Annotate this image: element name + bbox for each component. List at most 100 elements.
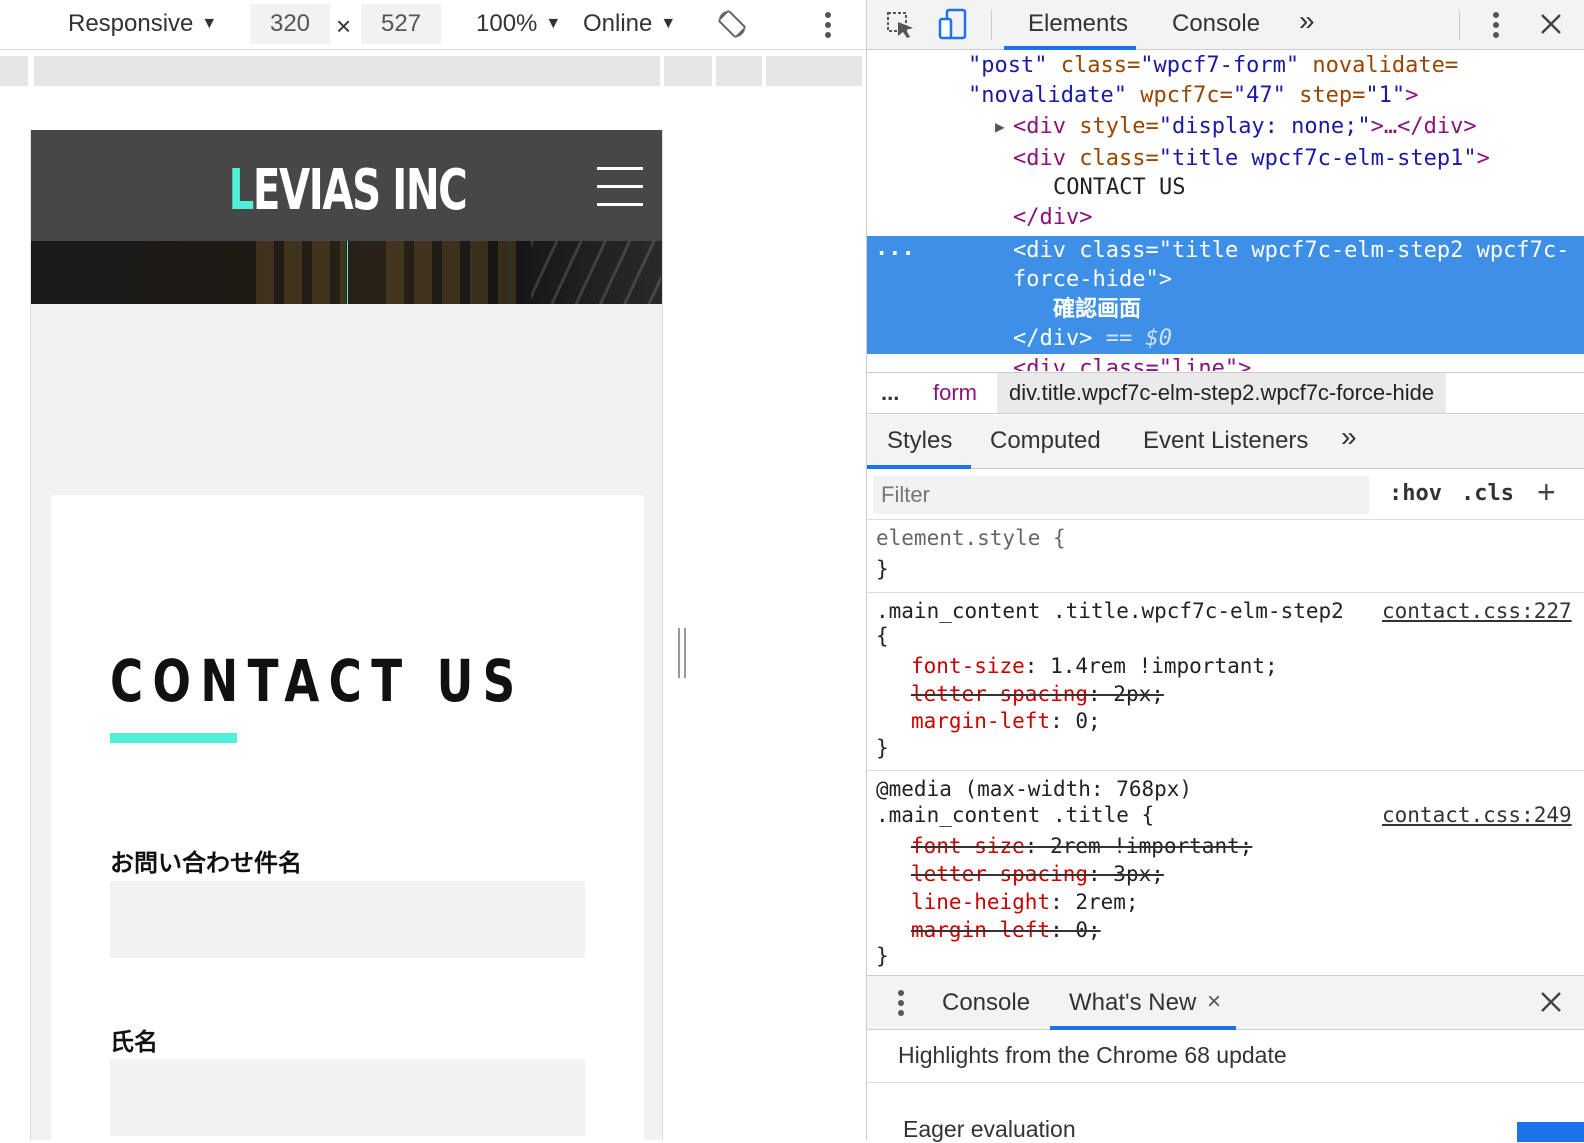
breadcrumb-ellipsis[interactable]: ... [881, 373, 899, 413]
device-select-label: Responsive [68, 10, 194, 37]
hamburger-menu-icon[interactable] [597, 167, 643, 207]
active-tab-indicator [1004, 46, 1136, 50]
device-toolbar-icon[interactable] [937, 7, 971, 41]
zoom-label: 100% [476, 10, 538, 37]
active-tab-indicator [1050, 1026, 1236, 1030]
styles-filter-input[interactable] [873, 476, 1369, 514]
zoom-select[interactable]: 100% ▼ [476, 9, 561, 39]
drawer-menu-icon[interactable] [895, 988, 907, 1018]
devtools-toolbar: Elements Console » [867, 0, 1584, 50]
logo-text: EVIAS INC [252, 158, 468, 223]
toolbar-divider [991, 10, 992, 40]
tab-event-listeners[interactable]: Event Listeners [1143, 426, 1308, 456]
drawer-tab-whats-new[interactable]: What's New [1069, 988, 1196, 1018]
code-line[interactable]: <div class="line"> [1013, 354, 1251, 371]
code-text-node[interactable]: 確認画面 [1053, 295, 1141, 325]
times-icon: × [336, 11, 352, 41]
logo-accent-letter: L [228, 158, 255, 223]
css-property-overridden[interactable]: margin-left: 0; [911, 916, 1101, 944]
contact-title: CONTACT US [110, 647, 525, 715]
rule-source-link[interactable]: contact.css:227 [1382, 597, 1584, 625]
code-line[interactable]: </div> == $0 [1013, 324, 1172, 354]
new-rule-plus-icon[interactable]: + [1537, 474, 1556, 511]
rule-selector[interactable]: .main_content .title { [876, 801, 1154, 829]
close-tab-icon[interactable]: × [1207, 987, 1221, 1017]
tab-console[interactable]: Console [1172, 9, 1260, 39]
css-property[interactable]: margin-left: 0; [911, 707, 1101, 735]
selected-node[interactable]: ... <div class="title wpcf7c-elm-step2 w… [867, 236, 1584, 354]
media-segment[interactable] [716, 56, 762, 86]
close-drawer-icon[interactable] [1540, 991, 1562, 1013]
more-tabs-icon[interactable]: » [1299, 6, 1315, 36]
resize-handle[interactable] [678, 628, 688, 678]
breadcrumb: ... form div.title.wpcf7c-elm-step2.wpcf… [867, 372, 1584, 414]
style-rule: .main_content .title.wpcf7c-elm-step2 co… [867, 593, 1584, 771]
tab-elements[interactable]: Elements [1028, 9, 1128, 39]
rule-selector[interactable]: .main_content .title.wpcf7c-elm-step2 [876, 597, 1344, 625]
more-tabs-icon[interactable]: » [1341, 422, 1357, 452]
node-ellipsis-icon[interactable]: ... [875, 234, 915, 264]
media-query[interactable]: @media (max-width: 768px) [876, 775, 1192, 803]
site-logo[interactable]: LEVIAS INC [120, 158, 576, 223]
elements-tree[interactable]: "post" class="wpcf7-form" novalidate= "n… [867, 51, 1584, 371]
subject-label: お問い合わせ件名 [110, 849, 302, 877]
more-options-icon[interactable] [822, 10, 834, 40]
css-property-overridden[interactable]: font-size: 2rem !important; [911, 832, 1252, 860]
tab-styles[interactable]: Styles [887, 426, 952, 456]
code-line[interactable]: force-hide"> [1013, 265, 1172, 295]
device-emulation-pane: Responsive ▼ 320 × 527 100% ▼ Online ▼ LEVI… [0, 0, 866, 1140]
name-input[interactable] [110, 1059, 585, 1136]
width-input[interactable]: 320 [250, 4, 330, 44]
inspect-element-icon[interactable] [885, 10, 917, 42]
styles-filter-row: :hov .cls + [867, 470, 1584, 520]
breadcrumb-form[interactable]: form [933, 373, 977, 413]
rotate-icon[interactable] [716, 8, 748, 40]
css-property[interactable]: line-height: 2rem; [911, 888, 1139, 916]
styles-pane[interactable]: element.style { } .main_content .title.w… [867, 521, 1584, 975]
css-property-overridden[interactable]: letter-spacing: 3px; [911, 860, 1164, 888]
css-property-overridden[interactable]: letter-spacing: 2px; [911, 680, 1164, 708]
hero-image [31, 241, 662, 304]
rule-selector[interactable]: element.style { [876, 524, 1066, 552]
device-viewport: LEVIAS INC CONTACT US お問い合わせ件名 氏名 [30, 130, 663, 1140]
height-input[interactable]: 527 [361, 4, 441, 44]
rule-close: } [876, 944, 889, 968]
media-segment[interactable] [664, 56, 712, 86]
device-select[interactable]: Responsive ▼ [68, 9, 217, 39]
active-tab-indicator [867, 465, 971, 469]
code-line[interactable]: <div style="display: none;">…</div> [1013, 112, 1477, 142]
code-line[interactable]: </div> [1013, 203, 1092, 233]
code-line[interactable]: "novalidate" wpcf7c="47" step="1"> [968, 81, 1418, 111]
network-select[interactable]: Online ▼ [583, 9, 676, 39]
rule-close: } [876, 736, 889, 760]
media-segment[interactable] [766, 56, 862, 86]
media-segment[interactable] [0, 56, 28, 86]
media-segment[interactable] [34, 56, 660, 86]
dropdown-caret-icon: ▼ [545, 15, 562, 32]
style-rule-element: element.style { } [867, 521, 1584, 593]
drawer-tab-console[interactable]: Console [942, 988, 1030, 1018]
style-rule-media: @media (max-width: 768px) .main_content … [867, 771, 1584, 975]
network-label: Online [583, 10, 653, 37]
code-text-node[interactable]: CONTACT US [1053, 173, 1185, 203]
subject-input[interactable] [110, 881, 585, 958]
close-devtools-icon[interactable] [1539, 12, 1563, 36]
code-line[interactable]: <div class="title wpcf7c-elm-step2 wpcf7… [1013, 236, 1569, 266]
devtools-panel: Elements Console » "post" class="wpcf7-f… [866, 0, 1584, 1142]
hov-toggle[interactable]: :hov [1389, 481, 1442, 506]
tab-computed[interactable]: Computed [990, 426, 1101, 456]
rule-source-link[interactable]: contact.css:249 [1382, 801, 1584, 829]
media-query-bar[interactable] [0, 56, 862, 86]
toolbar-divider [1459, 10, 1460, 40]
customize-devtools-icon[interactable] [1490, 10, 1502, 40]
cls-toggle[interactable]: .cls [1461, 481, 1514, 506]
css-property[interactable]: font-size: 1.4rem !important; [911, 652, 1278, 680]
divider [867, 1082, 1584, 1083]
breadcrumb-selected[interactable]: div.title.wpcf7c-elm-step2.wpcf7c-force-… [997, 373, 1447, 413]
expand-triangle-icon[interactable]: ▶ [995, 112, 1005, 142]
dropdown-caret-icon: ▼ [201, 15, 218, 32]
code-line[interactable]: "post" class="wpcf7-form" novalidate= [968, 51, 1458, 81]
whats-new-item-title: Eager evaluation [903, 1116, 1076, 1142]
site-header: LEVIAS INC [31, 130, 662, 241]
code-line[interactable]: <div class="title wpcf7c-elm-step1"> [1013, 144, 1490, 174]
